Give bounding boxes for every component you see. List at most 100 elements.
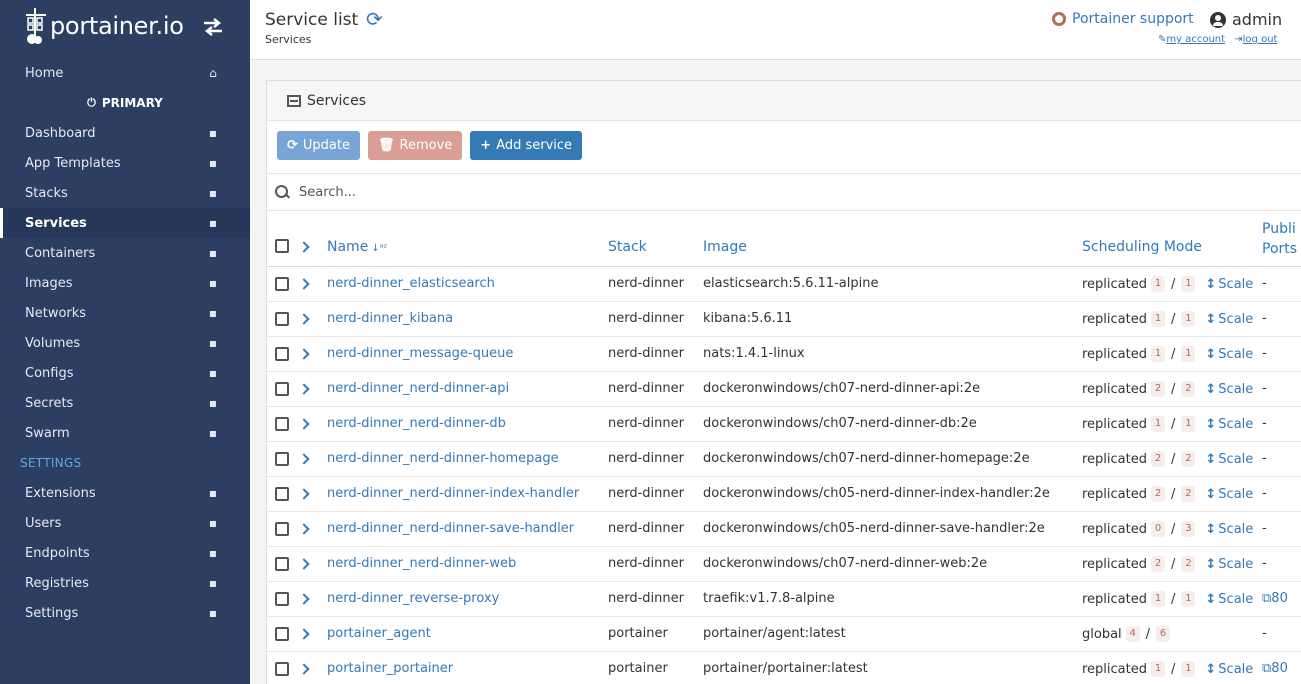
scale-button[interactable]: ↕ Scale — [1205, 417, 1253, 432]
sidebar-item-configs[interactable]: Configs ▪ — [0, 358, 250, 388]
published-port-link[interactable]: ⧉80 — [1262, 591, 1288, 606]
sidebar-item-swarm[interactable]: Swarm ▪ — [0, 418, 250, 448]
row-checkbox[interactable] — [275, 347, 289, 361]
scheduling-mode-cell: replicated 2/2 ↕ Scale — [1082, 381, 1253, 397]
column-image[interactable]: Image — [703, 239, 747, 255]
service-name-link[interactable]: nerd-dinner_nerd-dinner-web — [327, 556, 516, 571]
row-checkbox[interactable] — [275, 557, 289, 571]
panel-header: Services — [267, 81, 1301, 121]
sidebar-item-registries[interactable]: Registries ▪ — [0, 568, 250, 598]
column-name-label: Name — [327, 239, 369, 255]
expand-row-icon[interactable] — [298, 313, 310, 325]
support-link[interactable]: Portainer support — [1052, 11, 1194, 27]
add-service-button[interactable]: + Add service — [470, 131, 583, 160]
expand-row-icon[interactable] — [298, 593, 310, 605]
row-checkbox[interactable] — [275, 522, 289, 536]
row-checkbox[interactable] — [275, 277, 289, 291]
row-checkbox[interactable] — [275, 382, 289, 396]
brand[interactable]: portainer.io — [0, 0, 250, 52]
update-label: Update — [302, 138, 350, 153]
sidebar-item-volumes[interactable]: Volumes ▪ — [0, 328, 250, 358]
search-input[interactable] — [299, 184, 1199, 200]
total-count-badge: 6 — [1156, 626, 1171, 642]
published-port: - — [1262, 521, 1267, 536]
my-account-link[interactable]: my account — [1166, 34, 1225, 45]
sidebar-item-secrets[interactable]: Secrets ▪ — [0, 388, 250, 418]
expand-row-icon[interactable] — [298, 628, 310, 640]
column-name[interactable]: Name ↓ᵃᶻ — [327, 239, 387, 255]
switch-endpoint-icon[interactable] — [202, 18, 224, 36]
service-name-link[interactable]: nerd-dinner_elasticsearch — [327, 276, 495, 291]
service-name-link[interactable]: nerd-dinner_message-queue — [327, 346, 513, 361]
service-name-link[interactable]: portainer_portainer — [327, 661, 453, 676]
scheduling-mode-cell: replicated 2/2 ↕ Scale — [1082, 451, 1253, 467]
column-stack[interactable]: Stack — [608, 239, 647, 255]
select-all-checkbox[interactable] — [275, 239, 289, 253]
column-published-ports[interactable]: Publi Ports — [1262, 219, 1301, 259]
sidebar-item-endpoints[interactable]: Endpoints ▪ — [0, 538, 250, 568]
scale-button[interactable]: ↕ Scale — [1205, 277, 1253, 292]
table-row: nerd-dinner_message-queue nerd-dinner nats… — [267, 337, 1301, 372]
sidebar-item-settings[interactable]: Settings ▪ — [0, 598, 250, 628]
sidebar-item-extensions[interactable]: Extensions ▪ — [0, 478, 250, 508]
expand-row-icon[interactable] — [298, 418, 310, 430]
sidebar-item-networks[interactable]: Networks ▪ — [0, 298, 250, 328]
row-checkbox[interactable] — [275, 312, 289, 326]
slash: / — [1171, 276, 1176, 292]
scale-button[interactable]: ↕ Scale — [1205, 347, 1253, 362]
expand-row-icon[interactable] — [298, 523, 310, 535]
row-checkbox[interactable] — [275, 592, 289, 606]
service-name-link[interactable]: nerd-dinner_nerd-dinner-api — [327, 381, 509, 396]
scale-button[interactable]: ↕ Scale — [1205, 522, 1253, 537]
sidebar-item-stacks[interactable]: Stacks ▪ — [0, 178, 250, 208]
slash: / — [1171, 451, 1176, 467]
sidebar-item-app-templates[interactable]: App Templates ▪ — [0, 148, 250, 178]
service-name-link[interactable]: nerd-dinner_nerd-dinner-db — [327, 416, 506, 431]
service-name-link[interactable]: portainer_agent — [327, 626, 431, 641]
panel-title: Services — [307, 92, 367, 109]
published-port-link[interactable]: ⧉80 — [1262, 661, 1288, 676]
service-name-link[interactable]: nerd-dinner_nerd-dinner-save-handler — [327, 521, 574, 536]
scale-button[interactable]: ↕ Scale — [1205, 452, 1253, 467]
expand-row-icon[interactable] — [298, 383, 310, 395]
expand-row-icon[interactable] — [298, 558, 310, 570]
scale-button[interactable]: ↕ Scale — [1205, 592, 1253, 607]
expand-row-icon[interactable] — [298, 663, 310, 675]
sidebar-item-services[interactable]: Services ▪ — [0, 208, 250, 238]
row-checkbox[interactable] — [275, 662, 289, 676]
refresh-icon[interactable]: ⟳ — [366, 9, 386, 29]
expand-row-icon[interactable] — [298, 488, 310, 500]
scale-button[interactable]: ↕ Scale — [1205, 487, 1253, 502]
service-name-link[interactable]: nerd-dinner_reverse-proxy — [327, 591, 499, 606]
sidebar-item-users[interactable]: Users ▪ — [0, 508, 250, 538]
expand-row-icon[interactable] — [298, 453, 310, 465]
scale-button[interactable]: ↕ Scale — [1205, 312, 1253, 327]
slash: / — [1145, 626, 1151, 642]
expand-row-icon[interactable] — [298, 278, 310, 290]
row-checkbox[interactable] — [275, 627, 289, 641]
table-row: nerd-dinner_reverse-proxy nerd-dinner trae… — [267, 582, 1301, 617]
remove-button[interactable]: 🗑 Remove — [368, 131, 463, 160]
expand-all-icon[interactable] — [298, 241, 310, 253]
column-scheduling-mode[interactable]: Scheduling Mode — [1082, 239, 1202, 255]
scale-button[interactable]: ↕ Scale — [1205, 662, 1253, 677]
sidebar-item-dashboard[interactable]: Dashboard ▪ — [0, 118, 250, 148]
sidebar-item-images[interactable]: Images ▪ — [0, 268, 250, 298]
sidebar-item-containers[interactable]: Containers ▪ — [0, 238, 250, 268]
service-name-link[interactable]: nerd-dinner_nerd-dinner-index-handler — [327, 486, 579, 501]
log-out-link[interactable]: log out — [1243, 34, 1278, 45]
slash: / — [1171, 381, 1176, 397]
total-count-badge: 1 — [1181, 661, 1196, 677]
row-checkbox[interactable] — [275, 452, 289, 466]
scale-button[interactable]: ↕ Scale — [1205, 382, 1253, 397]
sidebar-item-home[interactable]: Home ⌂ — [0, 58, 250, 88]
service-name-link[interactable]: nerd-dinner_nerd-dinner-homepage — [327, 451, 559, 466]
row-checkbox[interactable] — [275, 487, 289, 501]
service-name-link[interactable]: nerd-dinner_kibana — [327, 311, 453, 326]
published-port: - — [1262, 276, 1267, 291]
expand-row-icon[interactable] — [298, 348, 310, 360]
life-ring-icon — [1052, 12, 1066, 26]
row-checkbox[interactable] — [275, 417, 289, 431]
scale-button[interactable]: ↕ Scale — [1205, 557, 1253, 572]
update-button[interactable]: ⟳ Update — [277, 131, 360, 160]
